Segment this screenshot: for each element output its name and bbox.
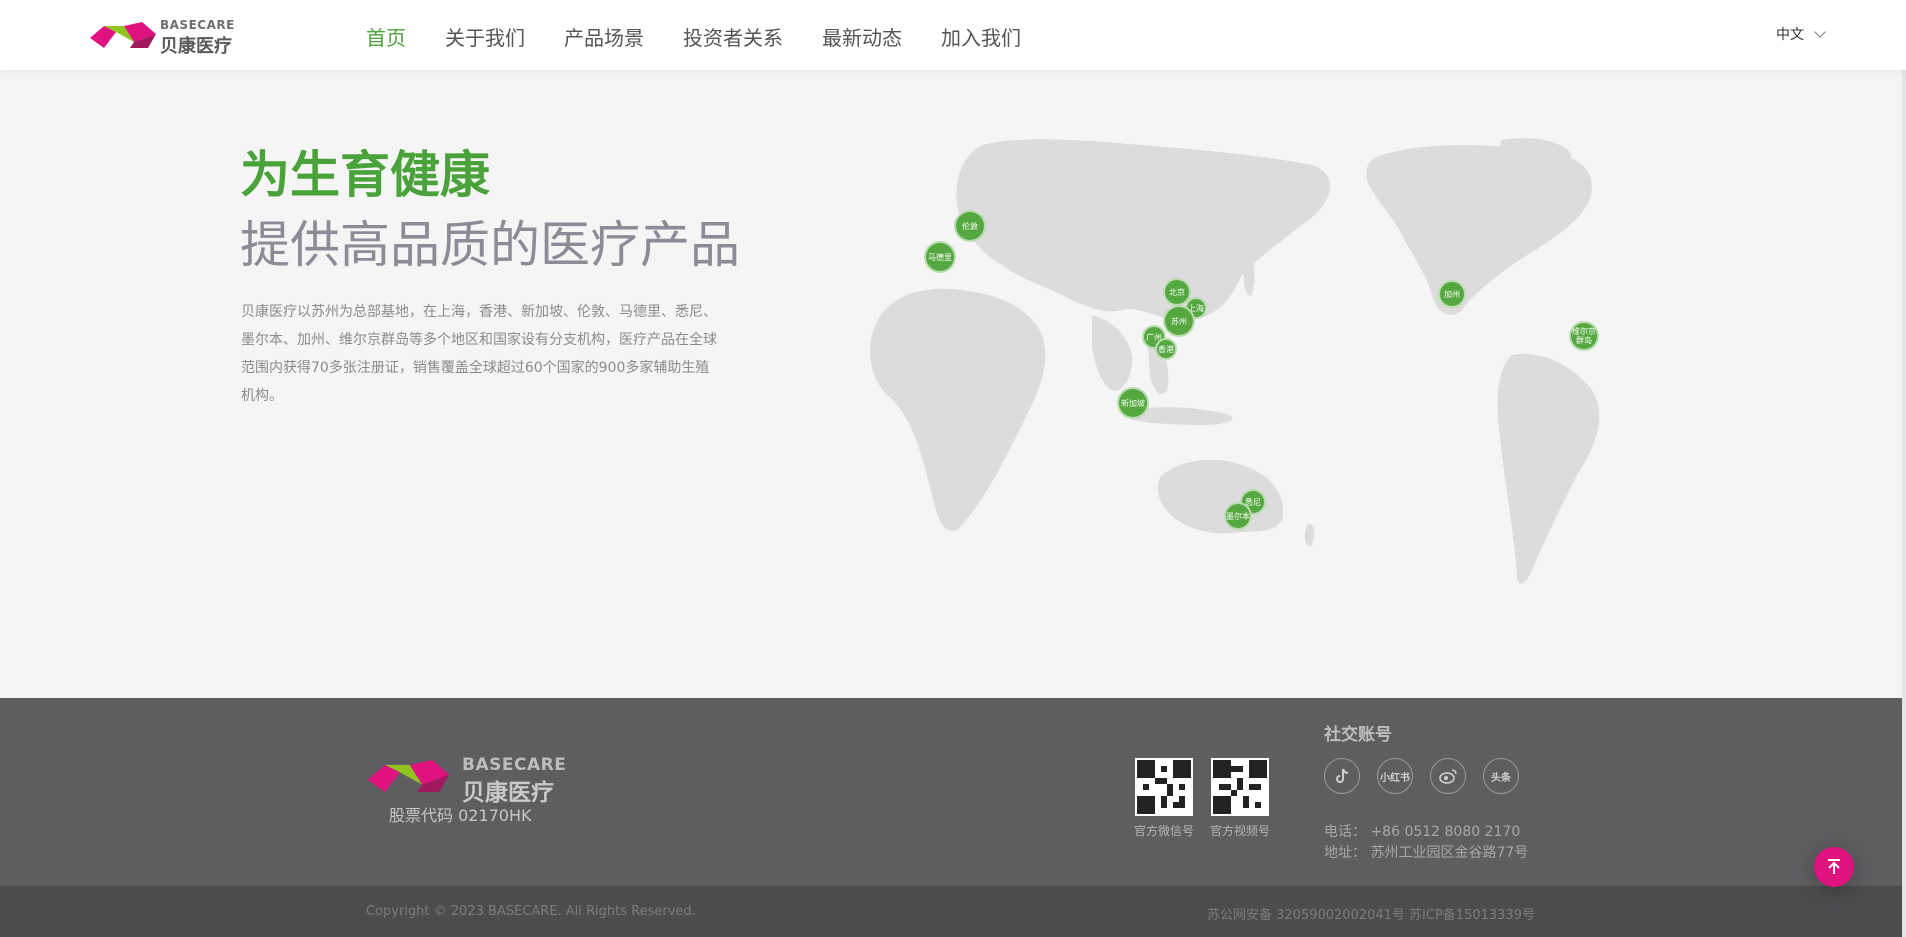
main-nav: 首页 关于我们 产品场景 投资者关系 最新动态 加入我们: [366, 22, 1021, 51]
video-qr-code: [1211, 758, 1269, 816]
top-header: BASECARE 贝康医疗 首页 关于我们 产品场景 投资者关系 最新动态 加入…: [0, 0, 1906, 70]
footer: [0, 698, 1902, 886]
copyright-text: Copyright © 2023 BASECARE. All Rights Re…: [366, 904, 696, 919]
map-marker-madrid[interactable]: 马德里: [924, 241, 956, 273]
social-accounts-title: 社交账号: [1324, 725, 1392, 745]
nav-about[interactable]: 关于我们: [445, 22, 525, 51]
nav-join[interactable]: 加入我们: [941, 22, 1021, 51]
contact-phone: 电话： +86 0512 8080 2170: [1324, 824, 1521, 840]
weibo-icon[interactable]: [1430, 758, 1466, 794]
hero-description: 贝康医疗以苏州为总部基地，在上海，香港、新加坡、伦敦、马德里、悉尼、墨尔本、加州…: [241, 304, 717, 404]
map-marker-london[interactable]: 伦敦: [954, 210, 986, 242]
video-qr-label: 官方视频号: [1210, 824, 1271, 838]
chevron-down-icon: [1814, 26, 1826, 38]
qr-code-icon: [1137, 760, 1191, 814]
toutiao-icon[interactable]: 头条: [1483, 758, 1519, 794]
stock-code: 股票代码 02170HK: [389, 806, 532, 825]
nav-investors[interactable]: 投资者关系: [683, 22, 783, 51]
qr-code-icon: [1213, 760, 1267, 814]
language-selector[interactable]: 中文: [1776, 24, 1826, 44]
language-label: 中文: [1776, 27, 1804, 43]
map-marker-melbourne[interactable]: 墨尔本: [1224, 502, 1252, 530]
logo-text-en: BASECARE: [160, 18, 235, 32]
footer-logo-mark-icon: [367, 759, 450, 793]
map-marker-california[interactable]: 加州: [1438, 280, 1466, 308]
hero-title: 为生育健康: [240, 146, 490, 204]
footer-bottom-bar: [0, 886, 1902, 937]
map-marker-suzhou[interactable]: 苏州: [1163, 305, 1195, 337]
basecare-logo[interactable]: BASECARE 贝康医疗: [90, 18, 240, 57]
arrow-up-icon: [1828, 859, 1840, 874]
wechat-qr-label: 官方微信号: [1134, 824, 1195, 838]
nav-news[interactable]: 最新动态: [822, 22, 902, 51]
scrollbar[interactable]: [1902, 0, 1906, 937]
footer-logo-text-en: BASECARE: [462, 755, 567, 775]
nav-home[interactable]: 首页: [366, 22, 406, 51]
map-marker-singapore[interactable]: 新加坡: [1117, 387, 1149, 419]
contact-address: 地址： 苏州工业园区金谷路77号: [1324, 845, 1529, 861]
logo-text-cn: 贝康医疗: [160, 36, 232, 57]
xiaohongshu-icon[interactable]: 小红书: [1377, 758, 1413, 794]
world-map: 伦敦 马德里 北京 上海 苏州 广州 香港 新加坡 加州 维尔京群岛 悉尼 墨尔…: [862, 135, 1662, 600]
map-marker-virgin-islands[interactable]: 维尔京群岛: [1569, 321, 1599, 351]
icp-record[interactable]: 苏公网安备 32059002002041号 苏ICP备15013339号: [1207, 904, 1535, 923]
hero-subtitle: 提供高品质的医疗产品: [240, 216, 740, 274]
nav-products[interactable]: 产品场景: [564, 22, 644, 51]
douyin-icon[interactable]: [1324, 758, 1360, 794]
world-map-graphic: [870, 138, 1600, 584]
logo-mark-icon: [90, 22, 156, 48]
map-marker-hongkong[interactable]: 香港: [1155, 338, 1177, 360]
footer-logo[interactable]: BASECARE 贝康医疗: [366, 755, 567, 806]
back-to-top-button[interactable]: [1814, 847, 1854, 887]
wechat-qr-code: [1135, 758, 1193, 816]
